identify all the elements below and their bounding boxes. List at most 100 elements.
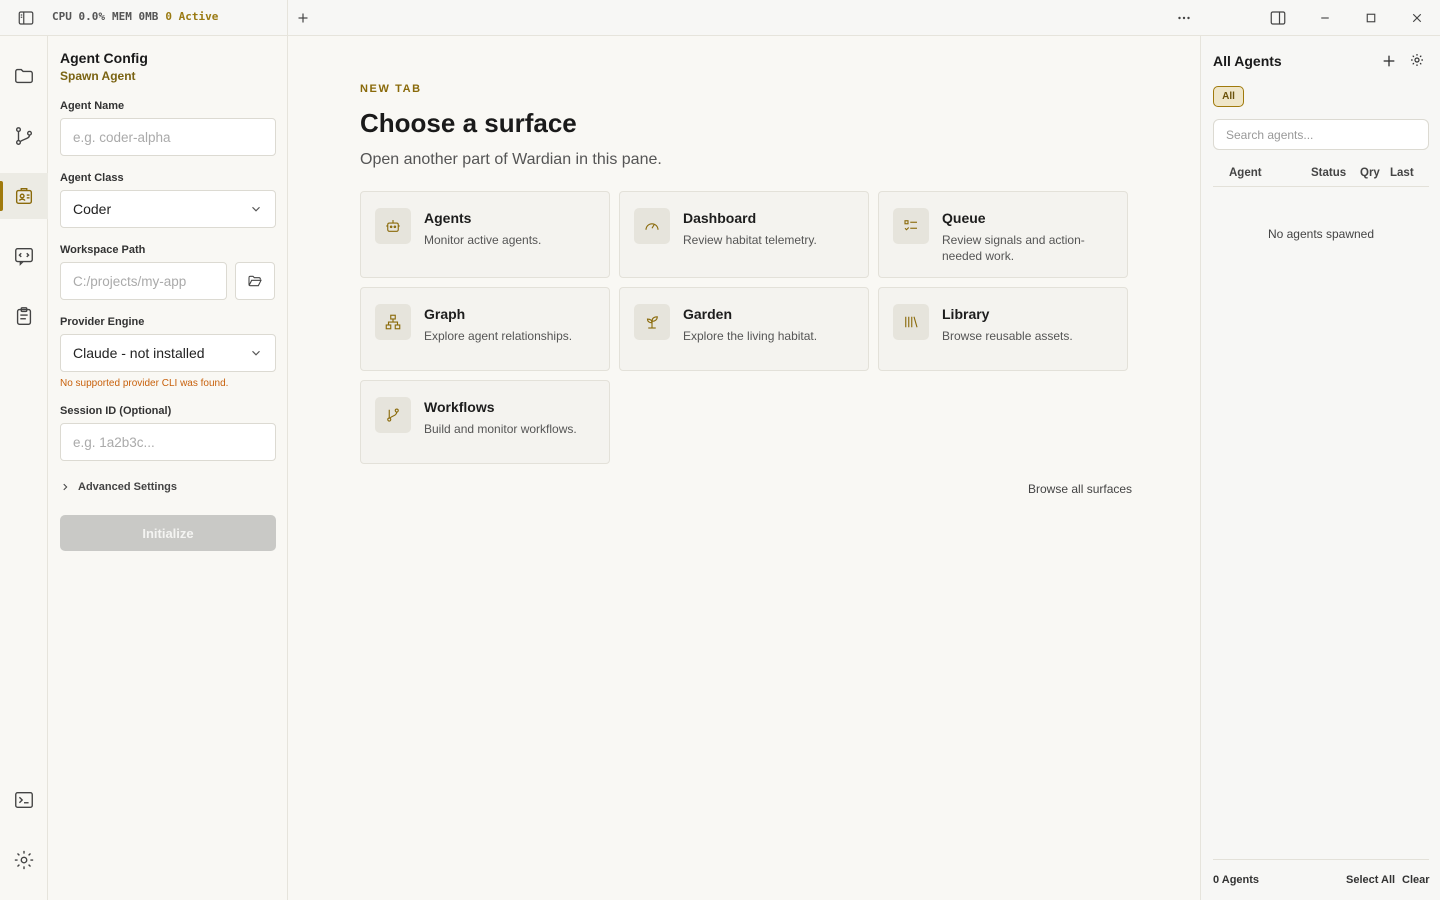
card-title: Graph — [424, 306, 466, 322]
advanced-settings-toggle[interactable]: Advanced Settings — [60, 481, 275, 493]
surface-card-queue[interactable]: Queue Review signals and action-needed w… — [878, 191, 1128, 278]
surface-card-agents[interactable]: Agents Monitor active agents. — [360, 191, 610, 278]
rail-item-source-control[interactable] — [0, 113, 48, 159]
card-title: Queue — [942, 210, 986, 226]
robot-icon — [375, 208, 411, 244]
agent-class-select[interactable]: Coder — [60, 190, 276, 228]
clipboard-icon — [16, 307, 32, 325]
branch-icon — [375, 397, 411, 433]
agent-class-value: Coder — [73, 201, 112, 217]
provider-value: Claude - not installed — [73, 345, 205, 361]
card-desc: Explore the living habitat. — [683, 329, 818, 343]
surface-card-graph[interactable]: Graph Explore agent relationships. — [360, 287, 610, 371]
title-bar: CPU 0.0% MEM 0MB 0 Active — [0, 0, 1440, 36]
browse-all-link[interactable]: Browse all surfaces — [1028, 482, 1132, 496]
filter-chip-all[interactable]: All — [1213, 86, 1244, 107]
agents-footer: 0 Agents Select All Clear — [1213, 859, 1430, 900]
eyebrow-label: NEW TAB — [360, 83, 422, 95]
folder-icon — [15, 68, 33, 84]
agents-panel-title: All Agents — [1213, 53, 1282, 69]
page-lead: Open another part of Wardian in this pan… — [360, 151, 662, 168]
chevron-down-icon — [252, 350, 260, 356]
column-qry[interactable]: Qry — [1360, 167, 1380, 179]
gauge-icon — [634, 208, 670, 244]
select-all-button[interactable]: Select All — [1346, 874, 1395, 886]
rail-item-explorer[interactable] — [0, 53, 48, 99]
gear-icon — [14, 850, 34, 870]
session-id-input[interactable]: e.g. 1a2b3c... — [60, 423, 276, 461]
rail-item-settings[interactable] — [0, 837, 48, 883]
add-agent-icon[interactable] — [1379, 51, 1399, 71]
card-desc: Build and monitor workflows. — [424, 422, 577, 436]
session-label: Session ID (Optional) — [60, 405, 172, 417]
search-agents-input[interactable]: Search agents... — [1213, 119, 1429, 150]
card-title: Dashboard — [683, 210, 757, 226]
surface-card-library[interactable]: Library Browse reusable assets. — [878, 287, 1128, 371]
card-desc: Review signals and action-needed work. — [942, 233, 1085, 263]
git-branch-icon — [15, 127, 33, 145]
agents-table-header: Agent Status Qry Last — [1213, 165, 1429, 187]
browse-folder-button[interactable] — [235, 262, 275, 300]
cpu-stat: CPU 0.0% — [52, 10, 105, 23]
system-stats: CPU 0.0% MEM 0MB 0 Active — [52, 10, 218, 23]
surface-card-dashboard[interactable]: Dashboard Review habitat telemetry. — [619, 191, 869, 278]
sprout-icon — [634, 304, 670, 340]
agent-config-panel: Agent Config Spawn Agent Agent Name e.g.… — [48, 36, 288, 900]
title-bar-left: CPU 0.0% MEM 0MB 0 Active — [0, 0, 288, 35]
card-desc: Review habitat telemetry. — [683, 233, 817, 247]
provider-select[interactable]: Claude - not installed — [60, 334, 276, 372]
agents-panel: All Agents All Search agents... Agent St… — [1200, 36, 1440, 900]
column-agent[interactable]: Agent — [1229, 167, 1262, 179]
chevron-down-icon — [252, 206, 260, 212]
minimize-icon[interactable] — [1313, 6, 1337, 30]
initialize-button[interactable]: Initialize — [60, 515, 276, 551]
page-title: Choose a surface — [360, 108, 577, 138]
window-controls — [1200, 0, 1440, 35]
gear-icon[interactable] — [1407, 50, 1427, 70]
surface-card-garden[interactable]: Garden Explore the living habitat. — [619, 287, 869, 371]
panel-title: Agent Config — [60, 50, 148, 66]
new-tab-pane: NEW TAB Choose a surface Open another pa… — [288, 36, 1200, 900]
sidebar-toggle-icon[interactable] — [14, 6, 38, 30]
card-desc: Browse reusable assets. — [942, 329, 1073, 343]
rail-item-agents[interactable] — [0, 173, 48, 219]
card-desc: Monitor active agents. — [424, 233, 542, 247]
rail-item-code[interactable] — [0, 233, 48, 279]
agent-name-label: Agent Name — [60, 100, 125, 112]
code-chat-icon — [15, 247, 33, 266]
agent-class-label: Agent Class — [60, 172, 124, 184]
more-icon[interactable] — [1172, 6, 1196, 30]
workspace-path-input[interactable]: C:/projects/my-app — [60, 262, 228, 300]
rail-item-tasks[interactable] — [0, 293, 48, 339]
close-icon[interactable] — [1405, 6, 1429, 30]
mem-stat: MEM 0MB — [111, 10, 159, 23]
clear-button[interactable]: Clear — [1402, 874, 1430, 886]
column-status[interactable]: Status — [1311, 167, 1346, 179]
card-title: Agents — [424, 210, 472, 226]
tab-bar — [288, 0, 1200, 35]
agent-card-icon — [15, 187, 33, 205]
new-tab-icon[interactable] — [291, 6, 315, 30]
card-desc: Explore agent relationships. — [424, 329, 573, 343]
activity-rail — [0, 36, 48, 900]
agent-count: 0 Agents — [1213, 874, 1260, 886]
chevron-right-icon — [63, 483, 68, 491]
hierarchy-icon — [375, 304, 411, 340]
card-title: Library — [942, 306, 990, 322]
terminal-icon — [15, 791, 33, 809]
checklist-icon — [893, 208, 929, 244]
surface-card-workflows[interactable]: Workflows Build and monitor workflows. — [360, 380, 610, 464]
rail-item-terminal[interactable] — [0, 777, 48, 823]
workspace-label: Workspace Path — [60, 244, 146, 256]
card-title: Workflows — [424, 399, 495, 415]
library-icon — [893, 304, 929, 340]
agent-name-input[interactable]: e.g. coder-alpha — [60, 118, 276, 156]
panel-subtitle: Spawn Agent — [60, 69, 136, 83]
provider-label: Provider Engine — [60, 316, 145, 328]
column-last[interactable]: Last — [1390, 167, 1414, 179]
empty-state: No agents spawned — [1267, 227, 1375, 241]
maximize-icon[interactable] — [1359, 6, 1383, 30]
card-title: Garden — [683, 306, 733, 322]
right-panel-toggle-icon[interactable] — [1266, 6, 1290, 30]
folder-open-icon — [248, 275, 262, 287]
